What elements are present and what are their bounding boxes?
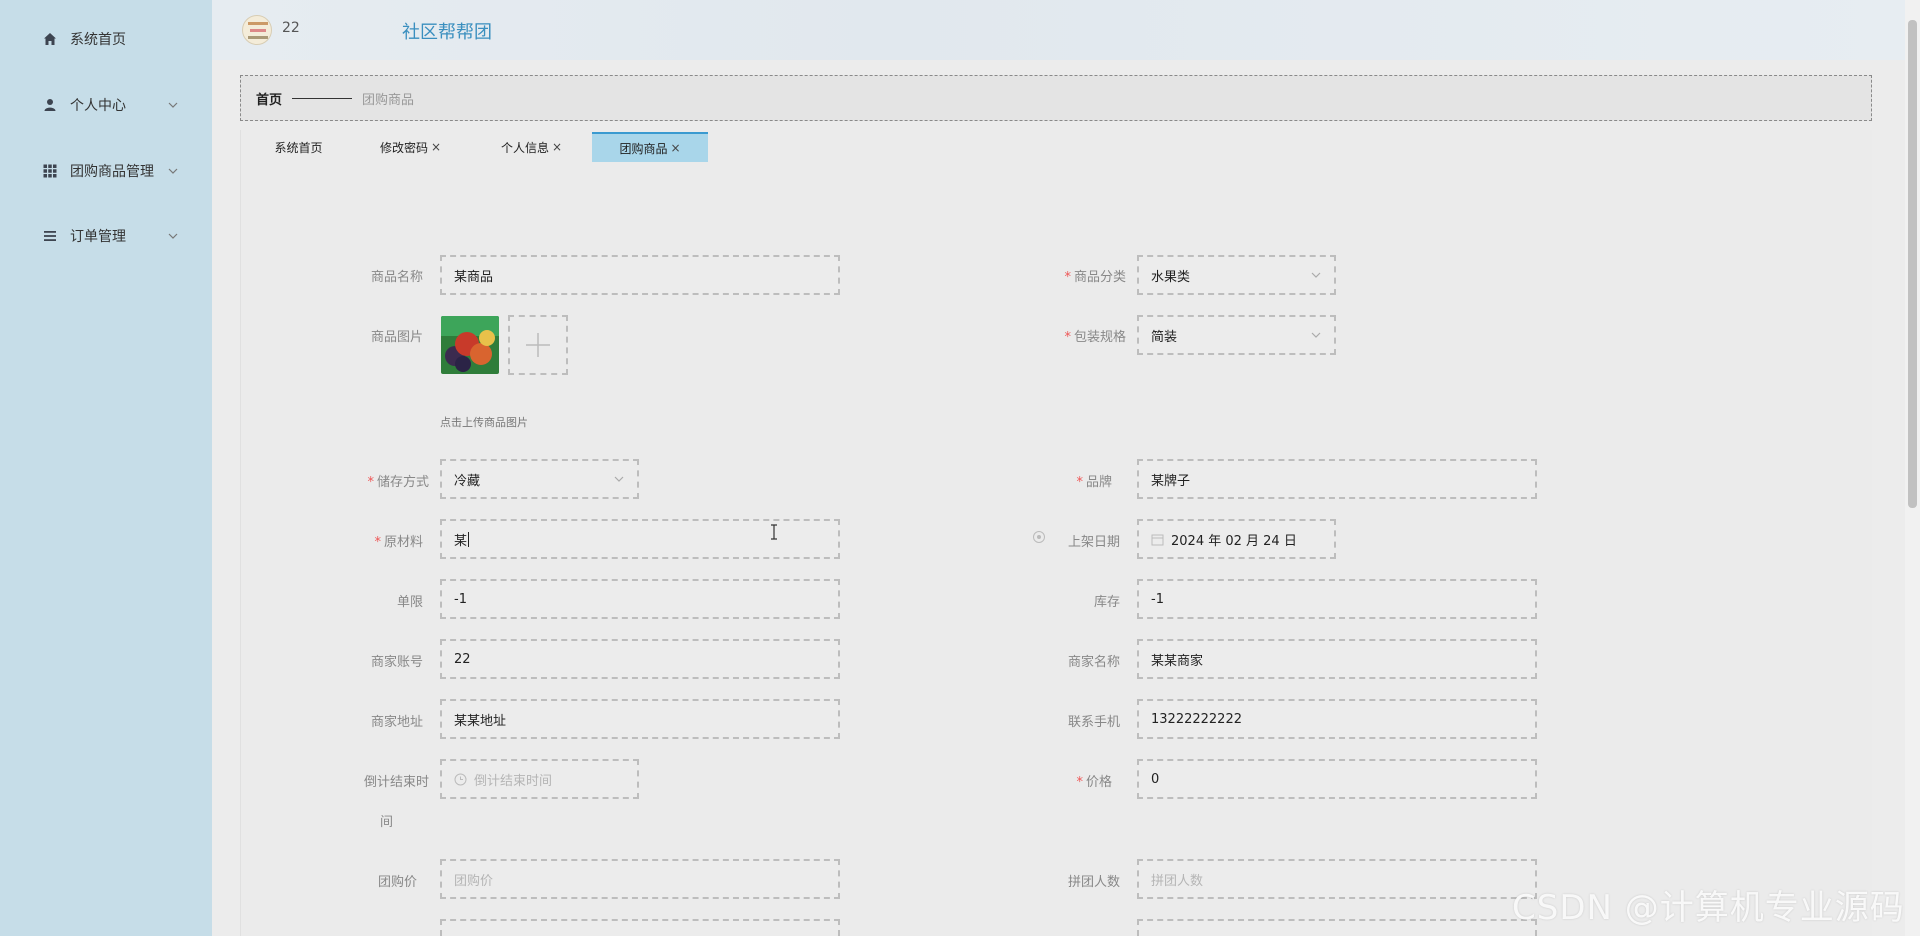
upload-image-button[interactable]: [508, 315, 568, 375]
sidebar-item-orders[interactable]: 订单管理: [0, 216, 212, 256]
tab-group-products[interactable]: 团购商品 ×: [592, 132, 708, 162]
label-stock: 库存: [1093, 595, 1120, 610]
chevron-down-icon: [1311, 272, 1321, 278]
category-select[interactable]: 水果类: [1137, 255, 1336, 295]
product-name-input[interactable]: 某商品: [440, 255, 840, 295]
ibeam-cursor-icon: [771, 524, 777, 540]
tab-label: 系统首页: [274, 140, 323, 155]
close-icon[interactable]: ×: [670, 141, 680, 155]
label-packaging: * 包装规格: [1064, 330, 1126, 345]
next-row-input[interactable]: [440, 919, 840, 936]
ingredients-input[interactable]: 某: [440, 519, 840, 559]
purchase-limit-input[interactable]: -1: [440, 579, 840, 619]
label-listing-date: 上架日期: [1067, 535, 1120, 550]
chevron-down-icon: [168, 233, 178, 239]
group-price-input[interactable]: 团购价: [440, 859, 840, 899]
close-icon[interactable]: ×: [431, 140, 441, 154]
sidebar-item-label: 团购商品管理: [70, 164, 154, 180]
sidebar-item-profile[interactable]: 个人中心: [0, 85, 212, 125]
merchant-name-input[interactable]: 某某商家: [1137, 639, 1537, 679]
tab-change-password[interactable]: 修改密码 ×: [363, 132, 458, 162]
top-header: 22 社区帮帮团: [212, 0, 1905, 60]
page-scrollbar[interactable]: [1905, 0, 1920, 936]
tab-label: 个人信息: [500, 140, 549, 155]
username: 22: [282, 20, 300, 36]
label-product-image: 商品图片: [370, 330, 423, 345]
label-ingredients: * 原材料: [374, 535, 423, 550]
list-icon: [42, 228, 58, 244]
breadcrumb-current: 团购商品: [362, 92, 415, 108]
avatar[interactable]: [242, 15, 272, 45]
tab-bar: 系统首页 修改密码 × 个人信息 × 团购商品 ×: [241, 130, 1872, 162]
contact-phone-input[interactable]: 13222222222: [1137, 699, 1537, 739]
upload-hint: 点击上传商品图片: [440, 416, 528, 429]
brand-input[interactable]: 某牌子: [1137, 459, 1537, 499]
sidebar: 系统首页 个人中心 团购商品管理 订单管理: [0, 0, 212, 936]
label-purchase-limit: 单限: [396, 595, 423, 610]
plus-icon: [526, 333, 550, 357]
stock-input[interactable]: -1: [1137, 579, 1537, 619]
label-price: * 价格: [1076, 775, 1112, 790]
clock-icon: [454, 772, 468, 786]
chevron-down-icon: [168, 102, 178, 108]
text-caret: [468, 531, 470, 547]
calendar-icon: [1151, 532, 1165, 546]
chevron-down-icon: [614, 476, 624, 482]
home-icon: [42, 31, 58, 47]
label-countdown-end-line2: 间: [379, 815, 393, 830]
label-brand: * 品牌: [1076, 475, 1112, 490]
label-contact-phone: 联系手机: [1067, 715, 1120, 730]
listing-date-picker[interactable]: 2024 年 02 月 24 日: [1137, 519, 1336, 559]
price-input[interactable]: 0: [1137, 759, 1537, 799]
chevron-down-icon: [1311, 332, 1321, 338]
breadcrumb: 首页 团购商品: [240, 75, 1872, 121]
scrollbar-thumb[interactable]: [1908, 20, 1917, 508]
grid-icon: [42, 163, 58, 179]
close-icon[interactable]: ×: [552, 140, 562, 154]
label-merchant-name: 商家名称: [1067, 655, 1120, 670]
product-image-thumbnail[interactable]: [441, 316, 499, 374]
sidebar-item-home[interactable]: 系统首页: [0, 19, 212, 59]
sidebar-item-group-products[interactable]: 团购商品管理: [0, 151, 212, 191]
label-category: * 商品分类: [1064, 270, 1126, 285]
storage-select[interactable]: 冷藏: [440, 459, 639, 499]
chevron-down-icon: [168, 168, 178, 174]
sidebar-item-label: 订单管理: [70, 229, 126, 245]
merchant-address-input[interactable]: 某某地址: [440, 699, 840, 739]
label-group-price: 团购价: [377, 875, 417, 890]
tab-personal-info[interactable]: 个人信息 ×: [484, 132, 579, 162]
app-title: 社区帮帮团: [402, 22, 492, 43]
watermark: CSDN @计算机专业源码: [1512, 888, 1905, 928]
user-icon: [42, 97, 58, 113]
countdown-end-picker[interactable]: 倒计结束时间: [440, 759, 639, 799]
packaging-select[interactable]: 简装: [1137, 315, 1336, 355]
tab-home[interactable]: 系统首页: [251, 132, 346, 162]
tab-label: 修改密码: [379, 140, 428, 155]
label-storage: * 储存方式: [367, 475, 429, 490]
group-size-input[interactable]: 拼团人数: [1137, 859, 1537, 899]
label-merchant-account: 商家账号: [370, 655, 423, 670]
sidebar-item-label: 个人中心: [70, 98, 126, 114]
tab-label: 团购商品: [619, 141, 668, 156]
label-countdown-end: 倒计结束时: [363, 775, 429, 790]
label-merchant-address: 商家地址: [370, 715, 423, 730]
breadcrumb-separator: [292, 97, 353, 99]
label-product-name: 商品名称: [370, 270, 423, 285]
label-group-size: 拼团人数: [1067, 875, 1120, 890]
merchant-account-input[interactable]: 22: [440, 639, 840, 679]
next-row-input-right[interactable]: [1137, 919, 1537, 936]
breadcrumb-home[interactable]: 首页: [256, 89, 282, 108]
sidebar-item-label: 系统首页: [70, 32, 126, 48]
